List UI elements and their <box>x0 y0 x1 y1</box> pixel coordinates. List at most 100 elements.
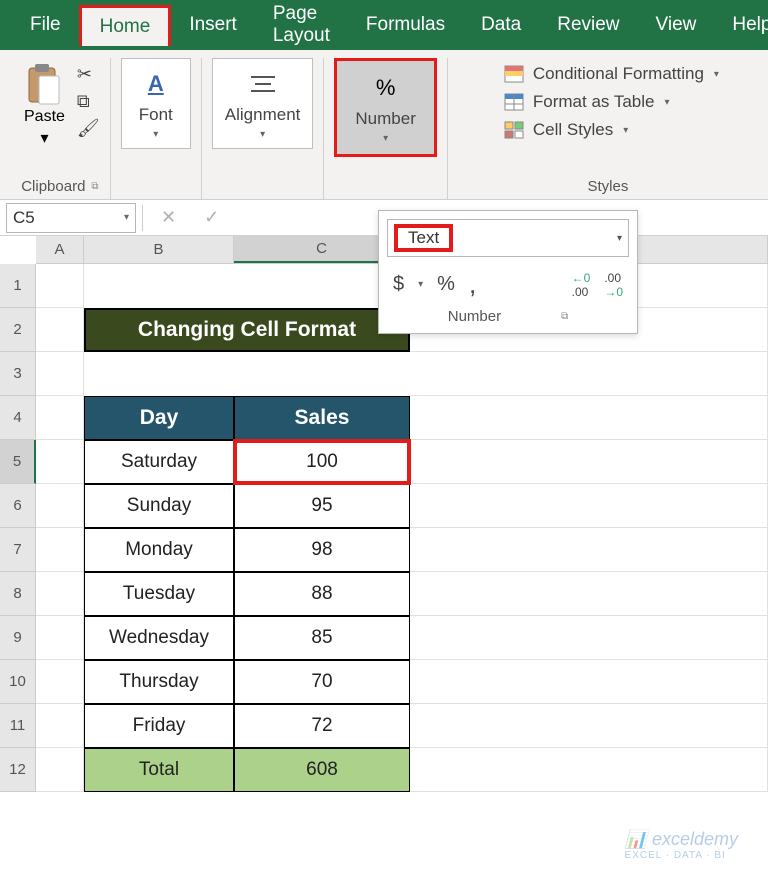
ribbon-tabs: File Home Insert Page Layout Formulas Da… <box>0 0 768 50</box>
number-popover-label: Number <box>448 308 501 325</box>
row-header[interactable]: 5 <box>0 440 36 484</box>
paste-button[interactable]: Paste ▾ <box>20 58 69 152</box>
row-header[interactable]: 11 <box>0 704 36 748</box>
table-cell[interactable]: 88 <box>234 572 410 616</box>
group-styles: Conditional Formatting ▾ Format as Table… <box>448 58 768 199</box>
group-font: A Font ▾ <box>111 58 202 199</box>
cut-icon[interactable]: ✂ <box>77 64 100 85</box>
conditional-formatting-icon <box>503 64 525 84</box>
number-format-value: Text <box>394 224 453 252</box>
paste-label: Paste <box>24 108 65 126</box>
row-header[interactable]: 10 <box>0 660 36 704</box>
table-cell[interactable]: 85 <box>234 616 410 660</box>
table-cell[interactable]: Thursday <box>84 660 234 704</box>
watermark-subtext: EXCEL · DATA · BI <box>625 850 738 861</box>
group-clipboard: Paste ▾ ✂ ⧉ 🖌 Clipboard ⧉ <box>10 58 111 199</box>
total-value-cell[interactable]: 608 <box>234 748 410 792</box>
row-header[interactable]: 2 <box>0 308 36 352</box>
chevron-down-icon: ▾ <box>153 129 158 140</box>
table-cell[interactable]: 98 <box>234 528 410 572</box>
format-as-table-label: Format as Table <box>533 92 655 112</box>
comma-style-button[interactable]: , <box>469 269 476 300</box>
tab-review[interactable]: Review <box>539 6 637 44</box>
chevron-down-icon: ▾ <box>714 69 719 80</box>
table-cell[interactable]: Tuesday <box>84 572 234 616</box>
chevron-down-icon: ▾ <box>617 233 622 244</box>
conditional-formatting-button[interactable]: Conditional Formatting ▾ <box>503 64 719 84</box>
currency-button[interactable]: $ <box>393 273 404 296</box>
enter-formula-icon[interactable]: ✓ <box>204 207 219 228</box>
table-cell[interactable]: Monday <box>84 528 234 572</box>
number-format-popover: Text ▾ $ ▾ % , ←0.00 .00→0 Number ⧉ <box>378 210 638 334</box>
chevron-down-icon[interactable]: ▾ <box>418 279 423 290</box>
chevron-down-icon: ▾ <box>260 129 265 140</box>
tab-formulas[interactable]: Formulas <box>348 6 463 44</box>
conditional-formatting-label: Conditional Formatting <box>533 64 704 84</box>
font-button[interactable]: A Font ▾ <box>121 58 191 149</box>
row-header[interactable]: 8 <box>0 572 36 616</box>
table-cell[interactable]: Saturday <box>84 440 234 484</box>
ribbon: Paste ▾ ✂ ⧉ 🖌 Clipboard ⧉ A Font ▾ Alignm… <box>0 50 768 200</box>
alignment-icon <box>246 67 280 101</box>
decrease-decimal-button[interactable]: .00→0 <box>604 271 623 299</box>
table-cell[interactable]: Friday <box>84 704 234 748</box>
clipboard-group-label: Clipboard <box>21 178 85 195</box>
tab-data[interactable]: Data <box>463 6 539 44</box>
table-cell[interactable]: 95 <box>234 484 410 528</box>
name-box[interactable]: C5 ▾ <box>6 203 136 233</box>
format-painter-icon[interactable]: 🖌 <box>77 118 100 139</box>
clipboard-launcher-icon[interactable]: ⧉ <box>91 181 98 192</box>
table-cell[interactable]: 72 <box>234 704 410 748</box>
tab-home[interactable]: Home <box>79 5 172 46</box>
alignment-button[interactable]: Alignment ▾ <box>212 58 314 149</box>
number-launcher-icon[interactable]: ⧉ <box>561 311 568 322</box>
table-cell[interactable]: Wednesday <box>84 616 234 660</box>
copy-icon[interactable]: ⧉ <box>77 91 100 112</box>
row-header[interactable]: 9 <box>0 616 36 660</box>
number-button[interactable]: % Number ▾ <box>334 58 436 157</box>
font-label: Font <box>139 105 173 125</box>
chevron-down-icon: ▾ <box>124 212 129 223</box>
tab-insert[interactable]: Insert <box>171 6 255 44</box>
watermark: 📊 exceldemy EXCEL · DATA · BI <box>625 829 738 861</box>
tab-page-layout[interactable]: Page Layout <box>255 0 348 55</box>
tab-file[interactable]: File <box>12 6 79 44</box>
table-header-sales[interactable]: Sales <box>234 396 410 440</box>
row-header[interactable]: 3 <box>0 352 36 396</box>
number-format-selector[interactable]: Text ▾ <box>387 219 629 257</box>
tab-view[interactable]: View <box>638 6 715 44</box>
selected-cell[interactable]: 100 <box>234 440 410 484</box>
clipboard-icon <box>25 62 63 106</box>
increase-decimal-button[interactable]: ←0.00 <box>572 271 591 299</box>
row-header[interactable]: 4 <box>0 396 36 440</box>
styles-group-label: Styles <box>588 178 629 195</box>
col-header-a[interactable]: A <box>36 236 84 263</box>
row-header[interactable]: 12 <box>0 748 36 792</box>
chevron-down-icon: ▾ <box>623 125 628 136</box>
cell-styles-label: Cell Styles <box>533 120 613 140</box>
row-header[interactable]: 6 <box>0 484 36 528</box>
cancel-formula-icon[interactable]: ✕ <box>161 207 176 228</box>
table-cell[interactable]: Sunday <box>84 484 234 528</box>
cell-styles-button[interactable]: Cell Styles ▾ <box>503 120 628 140</box>
percent-button[interactable]: % <box>437 273 455 296</box>
title-banner[interactable]: Changing Cell Format <box>84 308 410 352</box>
chevron-down-icon: ▾ <box>40 128 48 148</box>
format-as-table-button[interactable]: Format as Table ▾ <box>503 92 670 112</box>
table-cell[interactable]: 70 <box>234 660 410 704</box>
total-label-cell[interactable]: Total <box>84 748 234 792</box>
chevron-down-icon: ▾ <box>664 97 669 108</box>
group-alignment: Alignment ▾ <box>202 58 325 199</box>
name-box-value: C5 <box>13 208 35 228</box>
watermark-text: exceldemy <box>652 829 738 849</box>
col-header-b[interactable]: B <box>84 236 234 263</box>
alignment-label: Alignment <box>225 105 301 125</box>
row-header[interactable]: 1 <box>0 264 36 308</box>
tab-help[interactable]: Help <box>714 6 768 44</box>
table-header-day[interactable]: Day <box>84 396 234 440</box>
number-label: Number <box>355 109 415 129</box>
clipboard-ops: ✂ ⧉ 🖌 <box>77 58 100 152</box>
row-header[interactable]: 7 <box>0 528 36 572</box>
percent-icon: % <box>369 71 403 105</box>
group-number: % Number ▾ <box>324 58 447 199</box>
